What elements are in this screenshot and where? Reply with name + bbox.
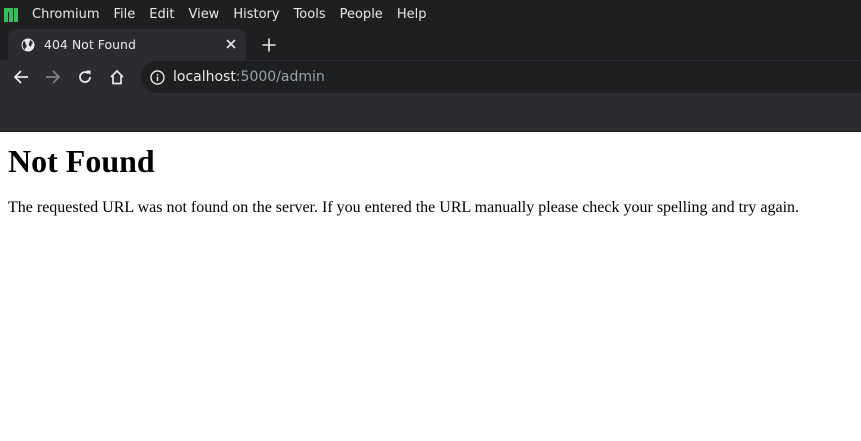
bookmark-bar xyxy=(0,94,861,132)
url-text: localhost:5000/admin xyxy=(173,69,325,85)
page-content: Not Found The requested URL was not foun… xyxy=(0,143,861,217)
menu-people[interactable]: People xyxy=(340,7,383,22)
menu-bar: Chromium File Edit View History Tools Pe… xyxy=(0,0,861,29)
menu-view[interactable]: View xyxy=(188,7,219,22)
browser-tab[interactable]: 404 Not Found xyxy=(8,29,246,60)
forward-arrow-icon[interactable] xyxy=(45,69,61,85)
menu-app-name[interactable]: Chromium xyxy=(32,7,100,22)
url-host: localhost xyxy=(173,69,236,85)
error-message: The requested URL was not found on the s… xyxy=(8,198,800,216)
back-arrow-icon[interactable] xyxy=(13,69,29,85)
page-heading: Not Found xyxy=(8,143,155,179)
menu-help[interactable]: Help xyxy=(397,7,427,22)
manjaro-logo-icon xyxy=(4,7,18,22)
info-icon[interactable] xyxy=(150,69,165,85)
menu-edit[interactable]: Edit xyxy=(149,7,174,22)
menu-history[interactable]: History xyxy=(233,7,279,22)
url-path: :5000/admin xyxy=(235,69,325,85)
menu-tools[interactable]: Tools xyxy=(294,7,326,22)
tab-strip: 404 Not Found xyxy=(0,29,861,60)
address-bar[interactable]: localhost:5000/admin xyxy=(141,61,861,93)
new-tab-icon[interactable] xyxy=(261,37,277,53)
reload-icon[interactable] xyxy=(77,69,93,85)
toolbar: localhost:5000/admin xyxy=(0,60,861,94)
globe-icon xyxy=(21,38,35,51)
close-icon[interactable] xyxy=(224,37,238,51)
menu-file[interactable]: File xyxy=(114,7,136,22)
tab-title: 404 Not Found xyxy=(44,37,136,52)
home-icon[interactable] xyxy=(109,69,125,85)
